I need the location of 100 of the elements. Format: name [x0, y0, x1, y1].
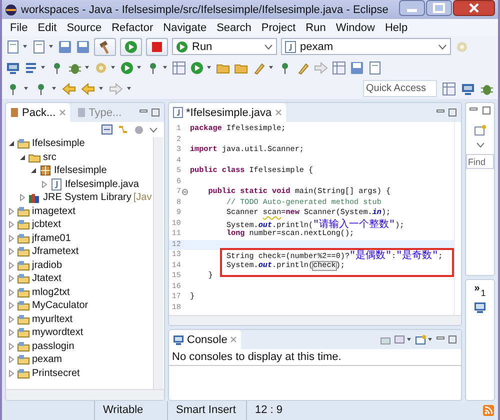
dropdown-caret-icon[interactable]: [48, 44, 54, 49]
dropdown-caret-icon[interactable]: [406, 337, 412, 342]
monitor-icon[interactable]: [6, 60, 20, 74]
close-icon[interactable]: [274, 109, 282, 116]
dropdown-caret-icon[interactable]: [40, 65, 46, 70]
tree-item[interactable]: pexam: [6, 353, 153, 366]
console-tab[interactable]: Console: [169, 330, 242, 349]
collapsed-arrow-icon[interactable]: [8, 356, 15, 364]
left-arrow-icon[interactable]: [81, 82, 95, 96]
tree-item[interactable]: mlog2txt: [6, 286, 153, 299]
run-button[interactable]: [120, 38, 142, 56]
dropdown-caret-icon[interactable]: [136, 65, 142, 70]
tree-item[interactable]: jradiob: [6, 258, 153, 272]
arrow-icon[interactable]: [314, 60, 328, 74]
tree-item[interactable]: Ifelsesimple.java: [6, 178, 153, 191]
monitor-icon[interactable]: [474, 302, 486, 313]
dropdown-caret-icon[interactable]: [427, 337, 433, 342]
tree-item[interactable]: MyCaculator: [6, 299, 153, 312]
menu-item[interactable]: File: [5, 22, 33, 34]
menu-item[interactable]: Window: [330, 22, 380, 34]
dropdown-caret-icon[interactable]: [162, 65, 168, 70]
tree-item[interactable]: Ifelsesimple: [6, 164, 153, 178]
expanded-arrow-icon[interactable]: [30, 167, 37, 174]
collapsed-arrow-icon[interactable]: [41, 180, 48, 188]
tree-item[interactable]: mywordtext: [6, 326, 153, 340]
new-console-icon[interactable]: [415, 334, 426, 344]
maximize-icon[interactable]: [448, 108, 457, 117]
collapsed-arrow-icon[interactable]: [8, 248, 15, 256]
collapsed-arrow-icon[interactable]: [8, 302, 15, 310]
maximize-icon[interactable]: [448, 335, 457, 344]
collapsed-arrow-icon[interactable]: [8, 342, 15, 350]
dropdown-caret-icon[interactable]: [23, 86, 29, 91]
view-tab[interactable]: Pack...: [6, 103, 70, 122]
tree-item[interactable]: myurltext: [6, 312, 153, 326]
tree-item[interactable]: imagetext: [6, 204, 153, 218]
tree-item[interactable]: Jtatext: [6, 272, 153, 286]
collapsed-arrow-icon[interactable]: [8, 275, 15, 282]
menu-item[interactable]: Edit: [32, 22, 62, 34]
overflow-button[interactable]: »: [474, 283, 480, 294]
horizontal-scrollbar[interactable]: [6, 389, 164, 400]
tree-item[interactable]: JRE System Library [Jav: [6, 191, 153, 204]
menu-item[interactable]: Search: [212, 22, 256, 34]
fold-icon[interactable]: [182, 189, 188, 196]
expanded-arrow-icon[interactable]: [19, 154, 26, 161]
dropdown-caret-icon[interactable]: [126, 86, 132, 91]
collapsed-arrow-icon[interactable]: [19, 194, 26, 202]
save-all-icon[interactable]: [76, 40, 90, 54]
tree-item[interactable]: jframe01: [6, 232, 153, 245]
dropdown-caret-icon[interactable]: [84, 65, 90, 70]
back-arrow-icon[interactable]: [62, 82, 76, 96]
dropdown-caret-icon[interactable]: [51, 86, 57, 91]
menu-item[interactable]: Refactor: [106, 22, 158, 34]
collapsed-arrow-icon[interactable]: [8, 234, 15, 242]
view-menu-icon[interactable]: [476, 142, 484, 148]
tree-item[interactable]: Ifelsesimple: [6, 137, 153, 150]
save-icon[interactable]: [58, 40, 72, 54]
stop-button[interactable]: [146, 38, 168, 56]
collapsed-arrow-icon[interactable]: [8, 316, 15, 323]
close-icon[interactable]: [230, 336, 238, 343]
horizontal-scrollbar[interactable]: [169, 315, 461, 325]
collapsed-arrow-icon[interactable]: [8, 329, 15, 336]
dropdown-caret-icon[interactable]: [22, 44, 28, 49]
tree-item[interactable]: Printsecret: [6, 366, 153, 380]
circle-icon[interactable]: [190, 60, 204, 74]
grid-icon[interactable]: [332, 60, 346, 74]
launch-mode-dropdown[interactable]: Run: [172, 38, 277, 55]
menu-item[interactable]: Navigate: [158, 22, 212, 34]
tree-item[interactable]: Jframetext: [6, 245, 153, 258]
collapse-all-icon[interactable]: [101, 124, 113, 135]
view-menu-icon[interactable]: [149, 126, 158, 132]
new-file-icon[interactable]: [6, 40, 20, 54]
rss-feed-icon[interactable]: [483, 405, 494, 416]
dropdown-caret-icon[interactable]: [206, 65, 212, 70]
maximize-icon[interactable]: [482, 106, 491, 115]
menu-item[interactable]: Source: [62, 22, 107, 34]
close-icon[interactable]: [58, 109, 66, 116]
tree-item[interactable]: jcbtext: [6, 218, 153, 232]
collapsed-arrow-icon[interactable]: [8, 208, 15, 215]
close-button[interactable]: [453, 0, 495, 16]
dropdown-caret-icon[interactable]: [110, 65, 116, 70]
build-button[interactable]: [94, 38, 116, 56]
lines-icon[interactable]: [24, 60, 38, 74]
editor-tab[interactable]: *Ifelsesimple.java: [169, 103, 286, 122]
collapsed-arrow-icon[interactable]: [8, 221, 15, 228]
find-field[interactable]: Find: [466, 154, 494, 169]
collapsed-arrow-icon[interactable]: [8, 288, 15, 296]
quick-access-field[interactable]: Quick Access: [363, 80, 437, 97]
vertical-scrollbar[interactable]: [153, 137, 163, 389]
new-task-icon[interactable]: [474, 124, 486, 136]
expanded-arrow-icon[interactable]: [8, 140, 15, 148]
dropdown-caret-icon[interactable]: [268, 65, 274, 70]
maximize-button[interactable]: [426, 0, 452, 16]
menu-item[interactable]: Project: [256, 22, 301, 34]
play-icon[interactable]: [120, 60, 134, 74]
maximize-icon[interactable]: [151, 108, 160, 117]
collapsed-arrow-icon[interactable]: [8, 370, 15, 377]
dropdown-caret-icon[interactable]: [98, 86, 104, 91]
minimize-button[interactable]: [399, 0, 425, 16]
menu-item[interactable]: Help: [380, 22, 413, 34]
tree-item[interactable]: src: [6, 150, 153, 164]
